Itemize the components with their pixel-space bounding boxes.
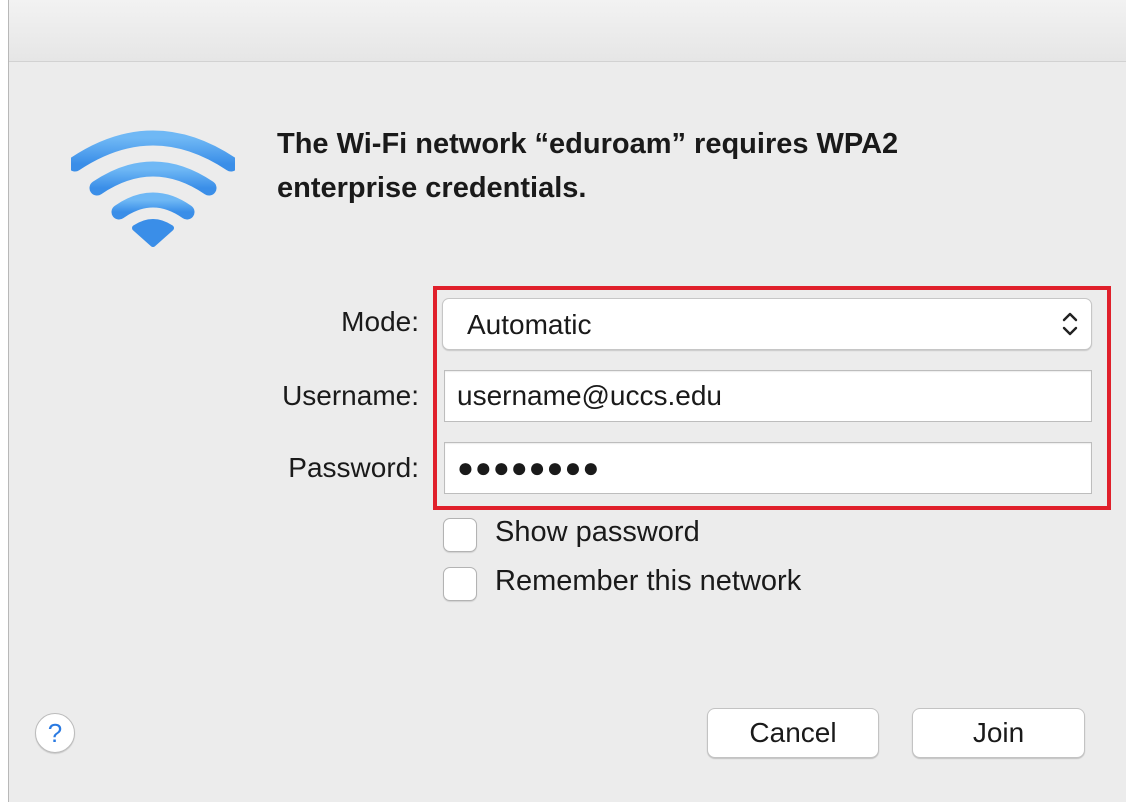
cancel-button[interactable]: Cancel <box>707 708 879 758</box>
field-labels: Mode: Username: Password: <box>119 0 419 802</box>
show-password-label: Show password <box>495 516 700 548</box>
username-field[interactable]: username@uccs.edu <box>444 370 1092 422</box>
show-password-checkbox[interactable] <box>443 518 477 552</box>
remember-network-label: Remember this network <box>495 565 802 597</box>
password-label: Password: <box>288 452 419 483</box>
updown-chevron-icon <box>1062 312 1078 336</box>
wifi-auth-dialog: The Wi-Fi network “eduroam” requires WPA… <box>8 0 1126 802</box>
help-button[interactable]: ? <box>35 713 75 753</box>
password-field[interactable]: ●●●●●●●● <box>444 442 1092 494</box>
username-label: Username: <box>282 380 419 411</box>
join-button[interactable]: Join <box>912 708 1085 758</box>
remember-network-checkbox[interactable] <box>443 567 477 601</box>
mode-label: Mode: <box>341 306 419 337</box>
mode-select-value: Automatic <box>467 309 592 340</box>
mode-select[interactable]: Automatic <box>442 298 1092 350</box>
